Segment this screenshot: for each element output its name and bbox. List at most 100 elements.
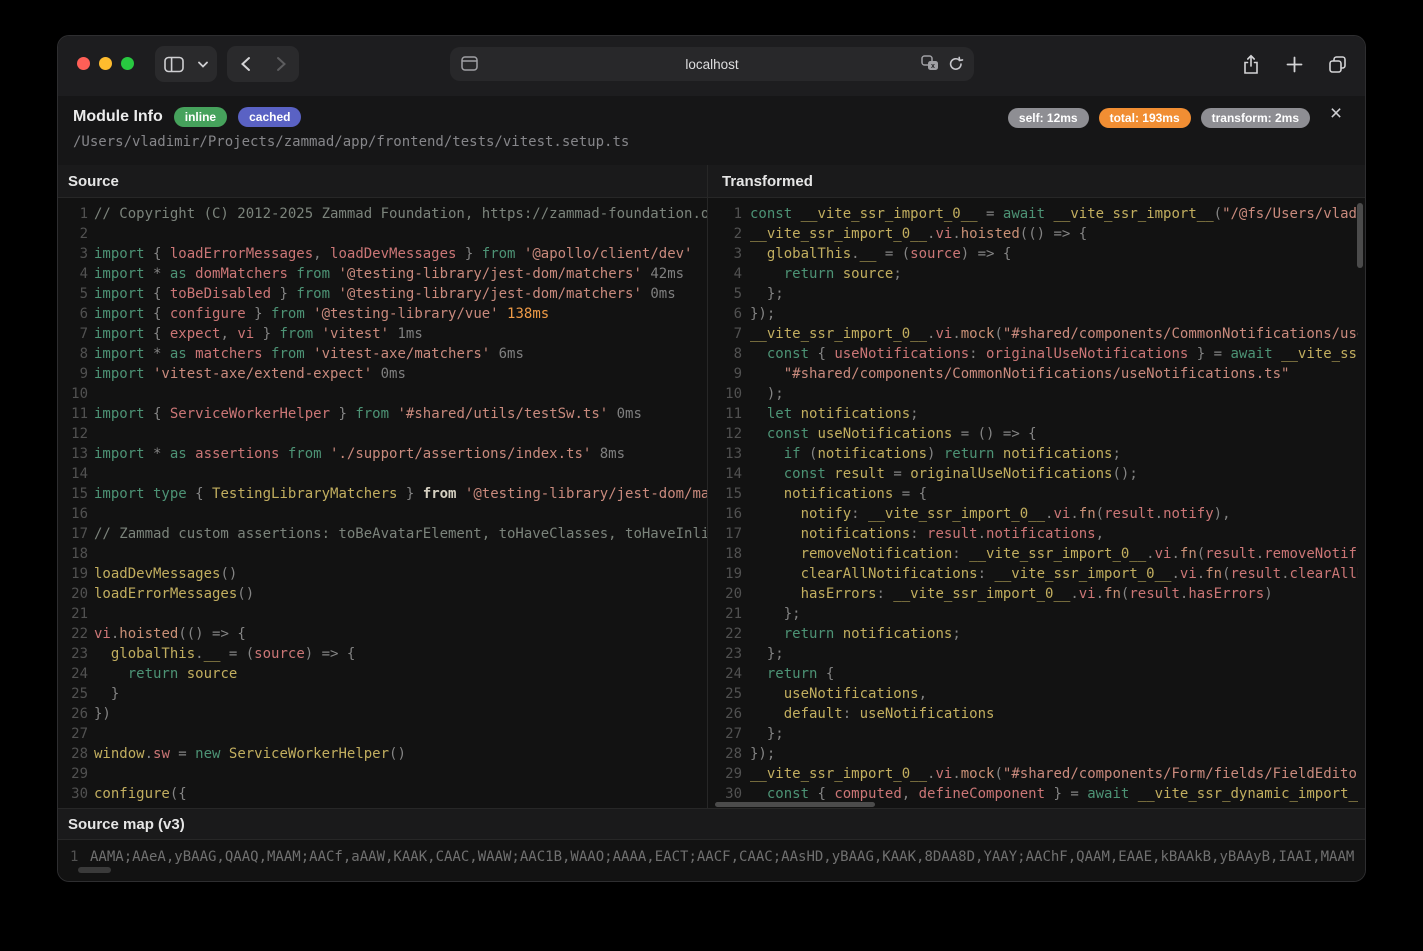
line-number: 1: [58, 204, 88, 224]
code-line: [94, 504, 707, 524]
code-line: import type { TestingLibraryMatchers } f…: [94, 484, 707, 504]
badge-inline: inline: [174, 107, 227, 127]
line-number: 8: [58, 344, 88, 364]
sourcemap-horizontal-scrollbar-thumb[interactable]: [78, 867, 111, 873]
code-line: import { toBeDisabled } from '@testing-l…: [94, 284, 707, 304]
toolbar-right-controls: [1237, 46, 1351, 82]
code-line: clearAllNotifications: __vite_ssr_import…: [750, 564, 1358, 584]
line-number: 9: [708, 364, 742, 384]
traffic-lights: [77, 57, 134, 70]
code-line: return source;: [750, 264, 1358, 284]
new-tab-button[interactable]: [1280, 49, 1308, 79]
line-number: 18: [708, 544, 742, 564]
back-button[interactable]: [240, 56, 251, 72]
line-number: 17: [708, 524, 742, 544]
code-line: import * as matchers from 'vitest-axe/ma…: [94, 344, 707, 364]
line-number: 15: [58, 484, 88, 504]
line-number: 15: [708, 484, 742, 504]
line-number: 12: [708, 424, 742, 444]
vertical-scrollbar-thumb[interactable]: [1357, 203, 1363, 268]
line-number: 16: [58, 504, 88, 524]
page-title: Module Info: [73, 108, 163, 126]
line-number: 29: [58, 764, 88, 784]
close-window-button[interactable]: [77, 57, 90, 70]
code-line: "#shared/components/CommonNotifications/…: [750, 364, 1358, 384]
code-line: return source: [94, 664, 707, 684]
line-number: 27: [708, 724, 742, 744]
line-number: 5: [58, 284, 88, 304]
line-number: 6: [58, 304, 88, 324]
svg-text:x: x: [931, 63, 935, 70]
line-number: 19: [708, 564, 742, 584]
code-line: globalThis.__ = (source) => {: [94, 644, 707, 664]
line-number: 26: [58, 704, 88, 724]
tab-overview-button[interactable]: [1323, 49, 1351, 79]
chevron-down-icon: [198, 61, 208, 68]
code-line: const __vite_ssr_import_0__ = await __vi…: [750, 204, 1358, 224]
code-line: };: [750, 604, 1358, 624]
code-line: [94, 384, 707, 404]
line-number: 25: [708, 684, 742, 704]
zoom-window-button[interactable]: [121, 57, 134, 70]
code-line: };: [750, 644, 1358, 664]
line-number: 2: [58, 224, 88, 244]
timing-transform-badge: transform: 2ms: [1201, 108, 1310, 128]
line-number: 7: [58, 324, 88, 344]
code-line: return notifications;: [750, 624, 1358, 644]
line-number: 11: [58, 404, 88, 424]
transformed-horizontal-scrollbar-thumb[interactable]: [715, 802, 875, 807]
line-number: 12: [58, 424, 88, 444]
code-line: };: [750, 284, 1358, 304]
code-line: loadDevMessages(): [94, 564, 707, 584]
screen-background: { "browser": { "url": "localhost", "traf…: [0, 0, 1423, 951]
line-number: 28: [708, 744, 742, 764]
sourcemap-header: Source map (v3): [58, 808, 1365, 840]
url-text[interactable]: localhost: [450, 47, 974, 81]
timing-badges: self: 12ms total: 193ms transform: 2ms: [1008, 108, 1310, 128]
line-number: 5: [708, 284, 742, 304]
line-number: 16: [708, 504, 742, 524]
source-panel: Source 123456789101112131415161718192021…: [58, 165, 707, 808]
sidebar-icon: [164, 56, 184, 73]
source-panel-title: Source: [58, 165, 707, 198]
code-line: );: [750, 384, 1358, 404]
code-line: __vite_ssr_import_0__.vi.mock("#shared/c…: [750, 324, 1358, 344]
line-number: 19: [58, 564, 88, 584]
share-button[interactable]: [1237, 49, 1265, 79]
code-line: const useNotifications = () => {: [750, 424, 1358, 444]
line-number: 14: [708, 464, 742, 484]
translate-icon[interactable]: x: [921, 55, 939, 72]
code-line: notifications: result.notifications,: [750, 524, 1358, 544]
transformed-panel-title: Transformed: [708, 165, 1365, 198]
code-line: loadErrorMessages(): [94, 584, 707, 604]
forward-button[interactable]: [276, 56, 287, 72]
address-bar[interactable]: localhost x: [450, 47, 974, 81]
reload-icon[interactable]: [948, 56, 964, 72]
code-line: import * as domMatchers from '@testing-l…: [94, 264, 707, 284]
line-number: 20: [58, 584, 88, 604]
code-line: removeNotification: __vite_ssr_import_0_…: [750, 544, 1358, 564]
code-line: let notifications;: [750, 404, 1358, 424]
close-panel-button[interactable]: ×: [1323, 101, 1349, 127]
code-line: });: [750, 304, 1358, 324]
sourcemap-line-number: 1: [70, 849, 78, 865]
code-line: default: useNotifications: [750, 704, 1358, 724]
line-number: 7: [708, 324, 742, 344]
code-line: [94, 544, 707, 564]
code-line: }): [94, 704, 707, 724]
sidebar-toggle-button[interactable]: [155, 46, 217, 82]
minimize-window-button[interactable]: [99, 57, 112, 70]
line-number: 1: [708, 204, 742, 224]
code-line: import { ServiceWorkerHelper } from '#sh…: [94, 404, 707, 424]
line-number: 28: [58, 744, 88, 764]
line-number: 10: [708, 384, 742, 404]
line-number: 18: [58, 544, 88, 564]
code-line: });: [750, 744, 1358, 764]
line-number: 3: [708, 244, 742, 264]
code-line: globalThis.__ = (source) => {: [750, 244, 1358, 264]
line-number: 14: [58, 464, 88, 484]
code-line: import 'vitest-axe/extend-expect' 0ms: [94, 364, 707, 384]
source-code-area: 1234567891011121314151617181920212223242…: [58, 198, 707, 808]
browser-toolbar: localhost x: [58, 36, 1365, 97]
code-line: __vite_ssr_import_0__.vi.mock("#shared/c…: [750, 764, 1358, 784]
